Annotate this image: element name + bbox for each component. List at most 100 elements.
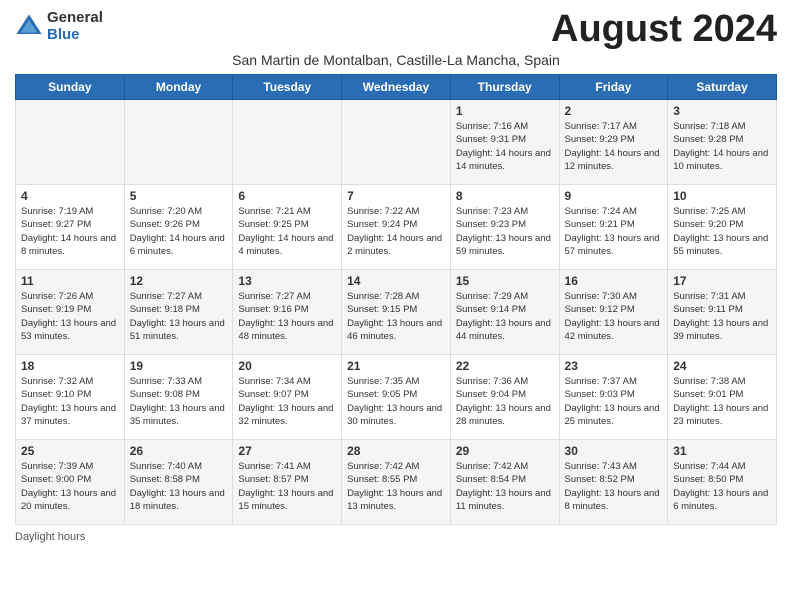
day-info: Sunrise: 7:33 AM Sunset: 9:08 PM Dayligh…	[130, 375, 228, 428]
col-sunday: Sunday	[16, 75, 125, 100]
day-number: 22	[456, 359, 554, 373]
day-number: 9	[565, 189, 663, 203]
calendar-cell: 19 Sunrise: 7:33 AM Sunset: 9:08 PM Dayli…	[124, 355, 233, 440]
day-number: 15	[456, 274, 554, 288]
calendar-header: Sunday Monday Tuesday Wednesday Thursday…	[16, 75, 777, 100]
calendar-cell: 13 Sunrise: 7:27 AM Sunset: 9:16 PM Dayli…	[233, 270, 342, 355]
calendar-cell: 12 Sunrise: 7:27 AM Sunset: 9:18 PM Dayli…	[124, 270, 233, 355]
logo-general: General	[47, 10, 103, 27]
calendar-cell: 30Sunrise: 7:43 AM Sunset: 8:52 PM Dayli…	[559, 440, 668, 525]
calendar-cell: 21 Sunrise: 7:35 AM Sunset: 9:05 PM Dayli…	[342, 355, 451, 440]
footer-note: Daylight hours	[15, 531, 777, 543]
calendar-table: Sunday Monday Tuesday Wednesday Thursday…	[15, 74, 777, 525]
day-number: 29	[456, 444, 554, 458]
logo: General Blue	[15, 10, 103, 43]
day-info: Sunrise: 7:34 AM Sunset: 9:07 PM Dayligh…	[238, 375, 336, 428]
calendar-cell: 15 Sunrise: 7:29 AM Sunset: 9:14 PM Dayli…	[450, 270, 559, 355]
logo-blue: Blue	[47, 27, 103, 44]
day-number: 11	[21, 274, 119, 288]
day-info: Sunrise: 7:25 AM Sunset: 9:20 PM Dayligh…	[673, 205, 771, 258]
calendar-cell: 24 Sunrise: 7:38 AM Sunset: 9:01 PM Dayli…	[668, 355, 777, 440]
day-info: Sunrise: 7:26 AM Sunset: 9:19 PM Dayligh…	[21, 290, 119, 343]
day-number: 30	[565, 444, 663, 458]
day-info: Sunrise: 7:31 AM Sunset: 9:11 PM Dayligh…	[673, 290, 771, 343]
calendar-subtitle: San Martin de Montalban, Castille-La Man…	[15, 52, 777, 68]
calendar-cell	[16, 100, 125, 185]
day-number: 21	[347, 359, 445, 373]
day-number: 8	[456, 189, 554, 203]
day-number: 5	[130, 189, 228, 203]
calendar-cell: 2 Sunrise: 7:17 AM Sunset: 9:29 PM Daylig…	[559, 100, 668, 185]
day-info: Sunrise: 7:28 AM Sunset: 9:15 PM Dayligh…	[347, 290, 445, 343]
calendar-cell: 16Sunrise: 7:30 AM Sunset: 9:12 PM Dayli…	[559, 270, 668, 355]
calendar-cell	[342, 100, 451, 185]
day-info: Sunrise: 7:22 AM Sunset: 9:24 PM Dayligh…	[347, 205, 445, 258]
calendar-cell: 3Sunrise: 7:18 AM Sunset: 9:28 PM Daylig…	[668, 100, 777, 185]
day-info: Sunrise: 7:37 AM Sunset: 9:03 PM Dayligh…	[565, 375, 663, 428]
day-number: 14	[347, 274, 445, 288]
calendar-cell	[233, 100, 342, 185]
day-info: Sunrise: 7:16 AM Sunset: 9:31 PM Dayligh…	[456, 120, 554, 173]
day-info: Sunrise: 7:30 AM Sunset: 9:12 PM Dayligh…	[565, 290, 663, 343]
day-number: 1	[456, 104, 554, 118]
col-thursday: Thursday	[450, 75, 559, 100]
days-of-week-row: Sunday Monday Tuesday Wednesday Thursday…	[16, 75, 777, 100]
calendar-cell: 7Sunrise: 7:22 AM Sunset: 9:24 PM Daylig…	[342, 185, 451, 270]
day-number: 3	[673, 104, 771, 118]
day-info: Sunrise: 7:39 AM Sunset: 9:00 PM Dayligh…	[21, 460, 119, 513]
week-row-3: 11 Sunrise: 7:26 AM Sunset: 9:19 PM Dayli…	[16, 270, 777, 355]
day-number: 13	[238, 274, 336, 288]
day-number: 23	[565, 359, 663, 373]
calendar-cell: 5 Sunrise: 7:20 AM Sunset: 9:26 PM Daylig…	[124, 185, 233, 270]
day-info: Sunrise: 7:17 AM Sunset: 9:29 PM Dayligh…	[565, 120, 663, 173]
day-info: Sunrise: 7:29 AM Sunset: 9:14 PM Dayligh…	[456, 290, 554, 343]
calendar-cell: 4 Sunrise: 7:19 AM Sunset: 9:27 PM Daylig…	[16, 185, 125, 270]
day-number: 10	[673, 189, 771, 203]
col-wednesday: Wednesday	[342, 75, 451, 100]
day-info: Sunrise: 7:27 AM Sunset: 9:18 PM Dayligh…	[130, 290, 228, 343]
calendar-cell: 31Sunrise: 7:44 AM Sunset: 8:50 PM Dayli…	[668, 440, 777, 525]
col-monday: Monday	[124, 75, 233, 100]
day-number: 2	[565, 104, 663, 118]
month-title: August 2024	[551, 10, 777, 48]
day-info: Sunrise: 7:36 AM Sunset: 9:04 PM Dayligh…	[456, 375, 554, 428]
week-row-5: 25 Sunrise: 7:39 AM Sunset: 9:00 PM Dayli…	[16, 440, 777, 525]
day-info: Sunrise: 7:41 AM Sunset: 8:57 PM Dayligh…	[238, 460, 336, 513]
day-info: Sunrise: 7:40 AM Sunset: 8:58 PM Dayligh…	[130, 460, 228, 513]
day-info: Sunrise: 7:20 AM Sunset: 9:26 PM Dayligh…	[130, 205, 228, 258]
day-number: 12	[130, 274, 228, 288]
day-number: 27	[238, 444, 336, 458]
logo-text: General Blue	[47, 10, 103, 43]
day-info: Sunrise: 7:24 AM Sunset: 9:21 PM Dayligh…	[565, 205, 663, 258]
calendar-cell: 18 Sunrise: 7:32 AM Sunset: 9:10 PM Dayli…	[16, 355, 125, 440]
day-info: Sunrise: 7:27 AM Sunset: 9:16 PM Dayligh…	[238, 290, 336, 343]
calendar-cell	[124, 100, 233, 185]
day-number: 25	[21, 444, 119, 458]
calendar-cell: 11 Sunrise: 7:26 AM Sunset: 9:19 PM Dayli…	[16, 270, 125, 355]
header: General Blue August 2024	[15, 10, 777, 48]
day-info: Sunrise: 7:21 AM Sunset: 9:25 PM Dayligh…	[238, 205, 336, 258]
calendar-cell: 14 Sunrise: 7:28 AM Sunset: 9:15 PM Dayli…	[342, 270, 451, 355]
day-info: Sunrise: 7:19 AM Sunset: 9:27 PM Dayligh…	[21, 205, 119, 258]
calendar-cell: 17Sunrise: 7:31 AM Sunset: 9:11 PM Dayli…	[668, 270, 777, 355]
calendar-cell: 23 Sunrise: 7:37 AM Sunset: 9:03 PM Dayli…	[559, 355, 668, 440]
day-info: Sunrise: 7:32 AM Sunset: 9:10 PM Dayligh…	[21, 375, 119, 428]
day-number: 19	[130, 359, 228, 373]
day-info: Sunrise: 7:42 AM Sunset: 8:55 PM Dayligh…	[347, 460, 445, 513]
calendar-cell: 28 Sunrise: 7:42 AM Sunset: 8:55 PM Dayli…	[342, 440, 451, 525]
calendar-cell: 27 Sunrise: 7:41 AM Sunset: 8:57 PM Dayli…	[233, 440, 342, 525]
day-number: 24	[673, 359, 771, 373]
calendar-cell: 1 Sunrise: 7:16 AM Sunset: 9:31 PM Daylig…	[450, 100, 559, 185]
calendar-body: 1 Sunrise: 7:16 AM Sunset: 9:31 PM Daylig…	[16, 100, 777, 525]
day-number: 28	[347, 444, 445, 458]
day-info: Sunrise: 7:35 AM Sunset: 9:05 PM Dayligh…	[347, 375, 445, 428]
day-number: 20	[238, 359, 336, 373]
day-number: 4	[21, 189, 119, 203]
day-number: 18	[21, 359, 119, 373]
week-row-4: 18 Sunrise: 7:32 AM Sunset: 9:10 PM Dayli…	[16, 355, 777, 440]
day-info: Sunrise: 7:38 AM Sunset: 9:01 PM Dayligh…	[673, 375, 771, 428]
calendar-cell: 26Sunrise: 7:40 AM Sunset: 8:58 PM Dayli…	[124, 440, 233, 525]
week-row-1: 1 Sunrise: 7:16 AM Sunset: 9:31 PM Daylig…	[16, 100, 777, 185]
calendar-cell: 29Sunrise: 7:42 AM Sunset: 8:54 PM Dayli…	[450, 440, 559, 525]
day-info: Sunrise: 7:44 AM Sunset: 8:50 PM Dayligh…	[673, 460, 771, 513]
